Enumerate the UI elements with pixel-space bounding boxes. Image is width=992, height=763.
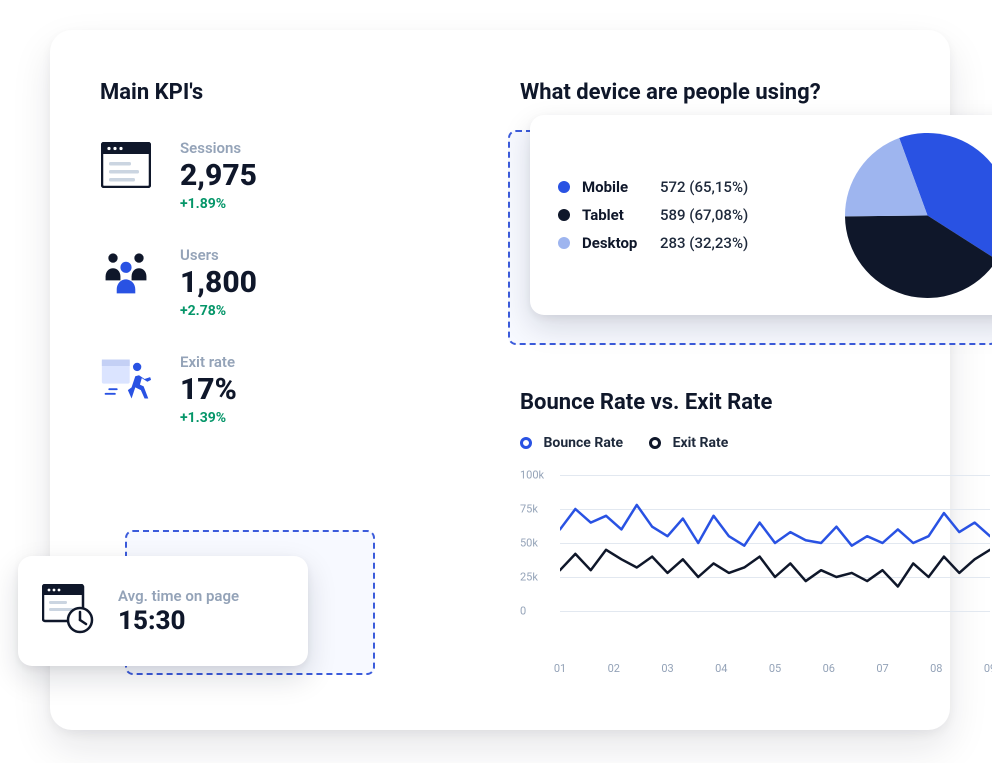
kpi-delta: +1.39% <box>180 410 237 426</box>
legend-row-tablet: Tablet 589 (67,08%) <box>558 206 825 224</box>
legend-label: Desktop <box>582 234 660 252</box>
x-tick: 08 <box>930 662 942 675</box>
bounce-exit-section: Bounce Rate vs. Exit Rate Bounce Rate Ex… <box>520 390 992 675</box>
x-tick: 03 <box>661 662 673 675</box>
legend-label: Mobile <box>582 178 660 196</box>
kpi-label: Users <box>180 246 257 264</box>
exit-running-icon <box>100 353 152 405</box>
ring-icon <box>649 437 661 449</box>
legend-dot-icon <box>558 209 570 221</box>
avg-time-card: Avg. time on page 15:30 <box>18 556 308 666</box>
kpi-column: Main KPI's Sessions 2,975 +1.89% <box>100 80 460 426</box>
bve-heading: Bounce Rate vs. Exit Rate <box>520 390 992 415</box>
kpi-row-sessions: Sessions 2,975 +1.89% <box>100 139 460 212</box>
devices-section: What device are people using? Mobile 572… <box>520 80 992 105</box>
x-tick: 06 <box>823 662 835 675</box>
devices-heading: What device are people using? <box>520 80 992 105</box>
legend-item-exit: Exit Rate <box>649 435 728 451</box>
legend-value: 572 (65,15%) <box>660 178 748 196</box>
legend-value: 589 (67,08%) <box>660 206 748 224</box>
kpi-value: 2,975 <box>180 159 257 192</box>
avg-time-value: 15:30 <box>118 607 239 636</box>
x-tick: 07 <box>876 662 888 675</box>
y-tick: 0 <box>520 605 526 618</box>
legend-dot-icon <box>558 181 570 193</box>
x-tick: 09 <box>984 662 992 675</box>
kpi-row-exit: Exit rate 17% +1.39% <box>100 353 460 426</box>
y-tick: 75k <box>520 503 538 516</box>
y-tick: 100k <box>520 469 544 482</box>
bve-legend: Bounce Rate Exit Rate <box>520 435 992 451</box>
legend-value: 283 (32,23%) <box>660 234 748 252</box>
kpi-row-users: Users 1,800 +2.78% <box>100 246 460 319</box>
legend-row-desktop: Desktop 283 (32,23%) <box>558 234 825 252</box>
legend-label: Bounce Rate <box>543 435 623 451</box>
kpi-delta: +1.89% <box>180 196 257 212</box>
legend-dot-icon <box>558 237 570 249</box>
x-tick: 05 <box>769 662 781 675</box>
kpi-heading: Main KPI's <box>100 80 460 105</box>
kpi-value: 1,800 <box>180 266 257 299</box>
bve-line-chart: 025k50k75k100k010203040506070809 <box>520 475 990 675</box>
devices-legend: Mobile 572 (65,15%) Tablet 589 (67,08%) … <box>558 168 825 262</box>
y-tick: 50k <box>520 537 538 550</box>
y-tick: 25k <box>520 571 538 584</box>
legend-label: Exit Rate <box>673 435 729 451</box>
browser-clock-icon <box>42 584 96 638</box>
kpi-value: 17% <box>180 373 237 406</box>
devices-card: Mobile 572 (65,15%) Tablet 589 (67,08%) … <box>530 115 992 315</box>
kpi-label: Exit rate <box>180 353 237 371</box>
legend-item-bounce: Bounce Rate <box>520 435 623 451</box>
gridline <box>560 611 990 612</box>
x-tick: 02 <box>608 662 620 675</box>
ring-icon <box>520 437 532 449</box>
devices-pie-chart <box>845 133 992 298</box>
x-tick: 01 <box>554 662 566 675</box>
legend-label: Tablet <box>582 206 660 224</box>
users-group-icon <box>100 246 152 298</box>
kpi-label: Sessions <box>180 139 257 157</box>
avg-time-label: Avg. time on page <box>118 587 239 605</box>
legend-row-mobile: Mobile 572 (65,15%) <box>558 178 825 196</box>
x-tick: 04 <box>715 662 727 675</box>
kpi-delta: +2.78% <box>180 303 257 319</box>
browser-window-icon <box>100 139 152 191</box>
